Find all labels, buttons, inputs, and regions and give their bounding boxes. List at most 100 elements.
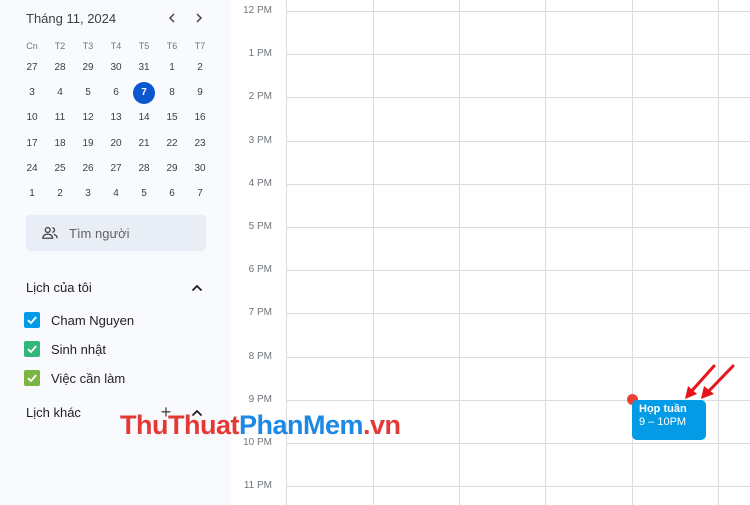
mini-calendar-day[interactable]: 3 xyxy=(74,181,102,206)
day-number: 17 xyxy=(26,137,38,149)
mini-calendar-day[interactable]: 11 xyxy=(46,105,74,130)
check-icon xyxy=(27,316,37,325)
day-number: 19 xyxy=(82,137,94,149)
calendar-item-birthdays[interactable]: Sinh nhật xyxy=(24,339,106,359)
hour-gridline xyxy=(286,140,750,142)
mini-calendar-day[interactable]: 17 xyxy=(18,131,46,156)
hour-gridline xyxy=(286,97,750,99)
mini-calendar-day[interactable]: 19 xyxy=(74,131,102,156)
mini-calendar-day[interactable]: 14 xyxy=(130,105,158,130)
day-number: 3 xyxy=(29,87,35,99)
my-calendars-heading: Lịch của tôi xyxy=(26,280,92,295)
mini-calendar-day[interactable]: 1 xyxy=(18,181,46,206)
day-number: 1 xyxy=(29,188,35,200)
day-number: 3 xyxy=(85,188,91,200)
day-number: 15 xyxy=(166,112,178,124)
day-number: 27 xyxy=(110,162,122,174)
day-number: 24 xyxy=(26,162,38,174)
mini-calendar-day[interactable]: 2 xyxy=(186,55,214,80)
mini-calendar-day[interactable]: 9 xyxy=(186,80,214,105)
day-number: 30 xyxy=(194,162,206,174)
day-number: 8 xyxy=(169,87,175,99)
day-number: 31 xyxy=(138,62,150,74)
mini-calendar-day[interactable]: 27 xyxy=(18,55,46,80)
day-number: 29 xyxy=(166,162,178,174)
weekday-label: T4 xyxy=(110,41,122,51)
day-number: 2 xyxy=(57,188,63,200)
mini-calendar-day[interactable]: 2 xyxy=(46,181,74,206)
hour-gridline xyxy=(286,313,750,315)
hour-label: 4 PM xyxy=(248,177,272,189)
mini-calendar-day[interactable]: 1 xyxy=(158,55,186,80)
day-number: 14 xyxy=(138,112,150,124)
day-number: 4 xyxy=(57,87,63,99)
day-number: 5 xyxy=(85,87,91,99)
day-column-divider xyxy=(545,0,546,505)
calendar-item-cham-nguyen[interactable]: Cham Nguyen xyxy=(24,310,134,330)
mini-calendar-day[interactable]: 6 xyxy=(158,181,186,206)
hour-label: 5 PM xyxy=(248,221,272,232)
watermark-part: PhanMem xyxy=(238,410,364,440)
mini-calendar-day[interactable]: 28 xyxy=(46,55,74,80)
hour-label: 7 PM xyxy=(248,307,272,319)
mini-calendar-week-row: 27 28 29 30 31 1 2 xyxy=(18,55,214,80)
mini-calendar-day[interactable]: 13 xyxy=(102,105,130,130)
hour-gridline xyxy=(286,183,750,185)
mini-calendar-day[interactable]: 23 xyxy=(186,131,214,156)
day-number: 7 xyxy=(133,81,155,104)
mini-calendar-day[interactable]: 26 xyxy=(74,156,102,181)
day-number: 12 xyxy=(82,112,94,124)
day-number: 23 xyxy=(194,137,206,149)
mini-calendar-day[interactable]: 21 xyxy=(130,131,158,156)
hour-label: 12 PM xyxy=(243,5,272,16)
checkbox-checked-icon[interactable] xyxy=(24,312,40,328)
mini-calendar-day[interactable]: 8 xyxy=(158,80,186,105)
previous-month-button[interactable] xyxy=(164,10,180,26)
mini-calendar-day[interactable]: 22 xyxy=(158,131,186,156)
chevron-left-icon xyxy=(168,13,175,23)
mini-calendar-day[interactable]: 12 xyxy=(74,105,102,130)
search-people-input[interactable]: Tìm người xyxy=(26,215,206,251)
hour-label: 6 PM xyxy=(248,264,272,276)
day-number: 13 xyxy=(110,112,122,124)
checkbox-checked-icon[interactable] xyxy=(24,370,40,386)
mini-calendar-weeks: 27 28 29 30 31 1 2 3 4 5 6 7 8 9 10 11 12 13 14 15 16 17 18 19 2… xyxy=(18,55,214,206)
mini-calendar-day[interactable]: 5 xyxy=(130,181,158,206)
day-number: 27 xyxy=(26,62,38,74)
mini-calendar: Cn T2 T3 T4 T5 T6 T7 27 28 29 30 31 1 2 3 4 5 6 7 8 9… xyxy=(18,37,214,206)
mini-calendar-day[interactable]: 15 xyxy=(158,105,186,130)
hour-gridline xyxy=(286,54,750,56)
mini-calendar-day[interactable]: 29 xyxy=(74,55,102,80)
mini-calendar-day[interactable]: 7 xyxy=(186,181,214,206)
mini-calendar-day[interactable]: 29 xyxy=(158,156,186,181)
mini-calendar-day[interactable]: 30 xyxy=(102,55,130,80)
mini-calendar-day[interactable]: 25 xyxy=(46,156,74,181)
event-chip[interactable]: Họp tuần 9 – 10PM xyxy=(632,400,706,440)
mini-calendar-day[interactable]: 31 xyxy=(130,55,158,80)
mini-calendar-day[interactable]: 3 xyxy=(18,80,46,105)
other-calendars-heading: Lịch khác xyxy=(26,405,81,420)
mini-calendar-day-today[interactable]: 7 xyxy=(130,80,158,105)
mini-calendar-day[interactable]: 27 xyxy=(102,156,130,181)
mini-calendar-day[interactable]: 18 xyxy=(46,131,74,156)
mini-calendar-day[interactable]: 16 xyxy=(186,105,214,130)
checkbox-checked-icon[interactable] xyxy=(24,341,40,357)
day-column-divider xyxy=(718,0,719,505)
mini-calendar-day[interactable]: 4 xyxy=(102,181,130,206)
next-month-button[interactable] xyxy=(191,10,207,26)
weekday-label: T3 xyxy=(82,41,94,51)
mini-calendar-day[interactable]: 28 xyxy=(130,156,158,181)
mini-calendar-day[interactable]: 24 xyxy=(18,156,46,181)
mini-calendar-day[interactable]: 10 xyxy=(18,105,46,130)
weekday-label: Cn xyxy=(26,41,38,51)
mini-calendar-day[interactable]: 5 xyxy=(74,80,102,105)
calendar-item-tasks[interactable]: Việc cần làm xyxy=(24,368,125,388)
mini-calendar-day[interactable]: 30 xyxy=(186,156,214,181)
my-calendars-collapse-button[interactable] xyxy=(189,280,205,296)
mini-calendar-day[interactable]: 20 xyxy=(102,131,130,156)
mini-calendar-day[interactable]: 4 xyxy=(46,80,74,105)
mini-calendar-day[interactable]: 6 xyxy=(102,80,130,105)
weekday-header-row: Cn T2 T3 T4 T5 T6 T7 xyxy=(18,37,214,55)
day-number: 11 xyxy=(54,112,66,124)
watermark-part: .vn xyxy=(363,410,401,440)
